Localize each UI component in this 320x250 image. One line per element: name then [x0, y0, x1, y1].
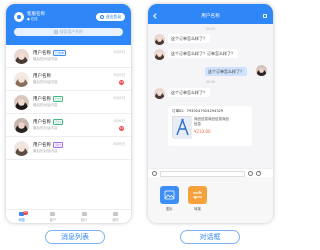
- logout-label: 退出登录: [105, 14, 121, 19]
- input-bar: [148, 168, 273, 177]
- status-tag: 已付: [53, 119, 64, 125]
- photo-tool-button[interactable]: 图片: [160, 186, 179, 211]
- search-input[interactable]: 搜索用户名称: [14, 28, 123, 36]
- tab-customers[interactable]: 客户: [37, 210, 68, 223]
- avatar: [154, 49, 165, 60]
- search-icon: [54, 30, 58, 34]
- user-name: 用户名称: [33, 74, 51, 79]
- message-bubble: 这个订单怎么样了？: [205, 67, 247, 76]
- bottom-tab-bar: 12 消息 客户 统计 我的: [6, 209, 131, 223]
- tab-label: 统计: [80, 217, 88, 222]
- message-time: 8月6日: [113, 73, 125, 77]
- chat-title: 用户名称: [201, 14, 220, 19]
- message-bubble: 这个订单怎么样了？订单怎么样了？: [168, 49, 238, 58]
- timestamp: 09:08: [205, 80, 216, 84]
- merchant-info: 客服名称 ● 在线: [14, 12, 45, 22]
- tab-messages[interactable]: 12 消息: [6, 210, 37, 223]
- last-message: 最后的对话内容: [33, 149, 58, 153]
- avatar: [14, 118, 29, 133]
- user-info-icon[interactable]: [263, 14, 267, 18]
- search-placeholder: 搜索用户名称: [59, 29, 83, 34]
- chat-header: 用户名称: [148, 4, 273, 24]
- message-time: 8月6日: [113, 50, 125, 54]
- message-time: 8月6日: [113, 96, 125, 100]
- tab-label: 我的: [112, 217, 119, 222]
- avatar: [14, 95, 29, 110]
- list-item[interactable]: 用户名称 最后的对话内容 8月6日 12: [6, 68, 131, 91]
- list-item[interactable]: 用户名称 已收单 最后的对话内容 8月6日: [6, 45, 131, 68]
- chart-icon: [81, 211, 87, 216]
- tab-label: 消息: [18, 217, 25, 222]
- product-image: [172, 116, 192, 139]
- message-time: 8月6日: [113, 119, 125, 123]
- online-status: ● 在线: [27, 17, 38, 21]
- tool-label: 转接: [194, 207, 201, 211]
- caption-chat: 对话框: [180, 230, 240, 244]
- user-icon: [112, 211, 118, 216]
- avatar: [256, 65, 267, 76]
- transfer-tool-button[interactable]: 转接: [188, 186, 207, 211]
- unread-badge: 12: [119, 80, 124, 85]
- message-bubble: 这个订单怎么样了？: [168, 34, 210, 43]
- user-name: 用户名称: [33, 97, 51, 102]
- tab-profile[interactable]: 我的: [100, 210, 131, 223]
- image-icon: [160, 186, 179, 204]
- chat-area: 09:02 这个订单怎么样了？ 这个订单怎么样了？订单怎么样了？ 这个订单怎么样…: [148, 24, 273, 168]
- message-time: 8月6日: [113, 142, 125, 146]
- avatar: [14, 141, 29, 156]
- user-name: 用户名称: [33, 51, 51, 56]
- last-message: 最后的对话内容: [33, 80, 58, 84]
- transfer-icon: [188, 186, 207, 204]
- user-name: 用户名称: [33, 143, 51, 148]
- list-item[interactable]: 用户名称 已付 最后的对话内容 8月6日: [6, 91, 131, 114]
- product-name: 商品信息商品信息商品信息: [194, 117, 229, 126]
- last-message: 最后的对话内容: [33, 126, 58, 130]
- message-list-screen: 客服名称 ● 在线 退出登录 搜索用户名称 用户名称 已收单 最后的对话内容 8月…: [6, 4, 131, 223]
- avatar: [154, 34, 165, 45]
- avatar: [154, 88, 165, 99]
- tool-label: 图片: [166, 207, 173, 211]
- merchant-avatar: [14, 12, 24, 22]
- emoji-icon[interactable]: [248, 171, 253, 176]
- tab-badge: 12: [22, 211, 28, 215]
- message-input[interactable]: [160, 170, 245, 177]
- last-message: 最后的对话内容: [33, 57, 58, 61]
- last-message: 最后的对话内容: [33, 103, 58, 107]
- list-item[interactable]: 用户名称 已付 最后的对话内容 8月6日 12: [6, 114, 131, 137]
- caption-message-list: 消息列表: [45, 230, 105, 244]
- status-tag: 已付: [53, 96, 64, 102]
- customers-icon: [50, 211, 56, 216]
- timestamp: 09:02: [205, 27, 216, 31]
- user-name: 用户名称: [33, 120, 51, 125]
- order-card[interactable]: 订单ID：7939247924294329 商品信息商品信息商品信息 ¥233.…: [168, 106, 252, 146]
- voice-icon[interactable]: [152, 171, 157, 176]
- avatar: [14, 49, 29, 64]
- tab-stats[interactable]: 统计: [69, 210, 100, 223]
- product-price: ¥233.00: [194, 129, 211, 134]
- chat-screen: 用户名称 09:02 这个订单怎么样了？ 这个订单怎么样了？订单怎么样了？ 这个…: [148, 4, 273, 223]
- logout-button[interactable]: 退出登录: [96, 13, 125, 21]
- tab-label: 客户: [49, 217, 57, 222]
- power-icon: [100, 15, 105, 19]
- status-tag: 待付: [53, 142, 64, 148]
- status-tag: 已收单: [53, 50, 67, 56]
- message-bubble: 这个订单怎么样了？: [168, 88, 210, 97]
- order-number: 订单ID：7939247924294329: [172, 109, 224, 113]
- conversation-list: 用户名称 已收单 最后的对话内容 8月6日 用户名称 最后的对话内容 8月6日 1…: [6, 45, 131, 160]
- plus-icon[interactable]: [256, 170, 261, 176]
- unread-badge: 12: [119, 126, 124, 131]
- list-item[interactable]: 用户名称 待付 最后的对话内容 8月6日: [6, 137, 131, 160]
- list-header: 客服名称 ● 在线 退出登录 搜索用户名称: [6, 4, 131, 45]
- avatar: [14, 72, 29, 87]
- more-tools-panel: 图片 转接: [148, 177, 273, 223]
